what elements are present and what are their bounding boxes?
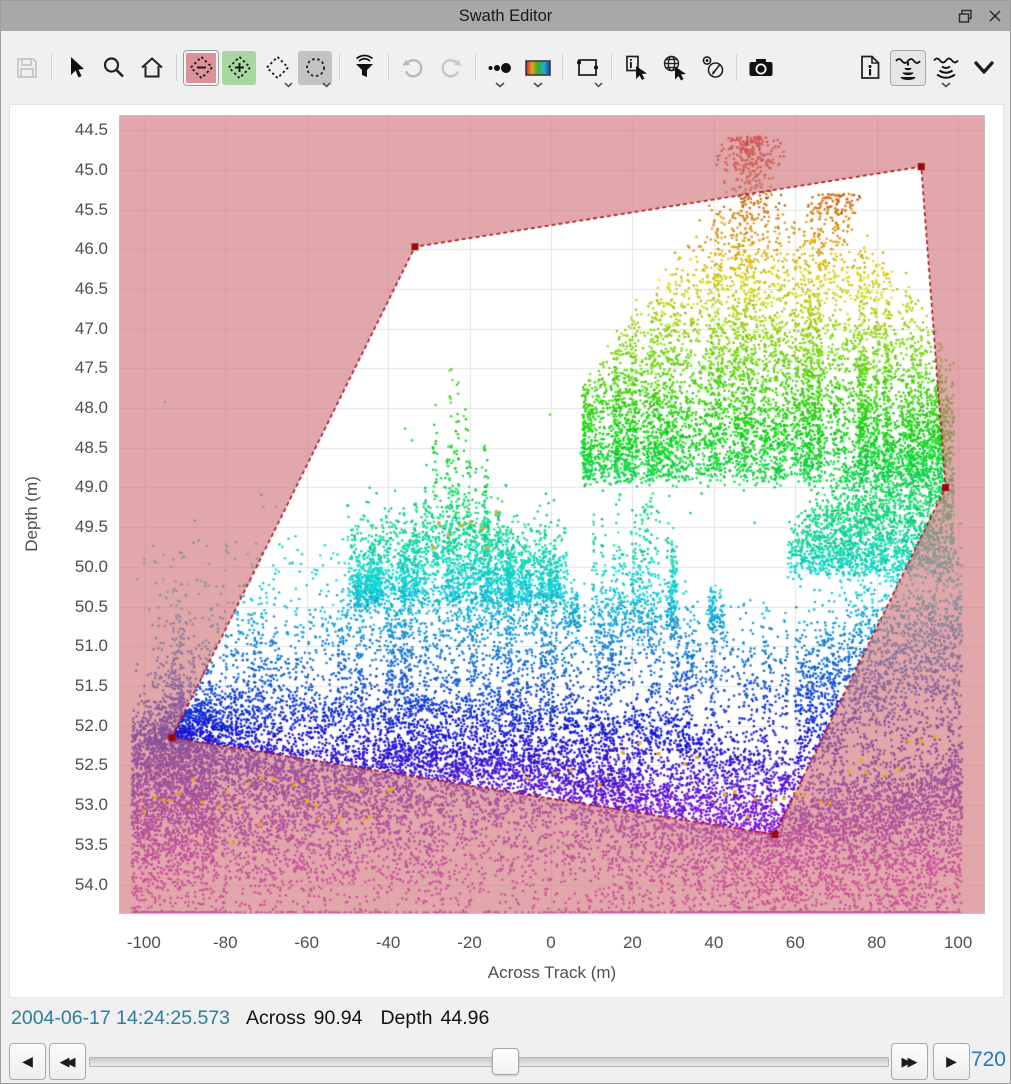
window-title: Swath Editor bbox=[459, 7, 553, 26]
across-value: 90.94 bbox=[314, 1007, 363, 1030]
x-tick-label: 20 bbox=[623, 933, 642, 953]
across-label: Across bbox=[246, 1007, 306, 1030]
chevron-down-icon bbox=[495, 82, 505, 88]
x-tick-label: -20 bbox=[457, 933, 482, 953]
x-tick-label: 0 bbox=[546, 933, 555, 953]
swath-view-button[interactable] bbox=[891, 51, 925, 85]
save-button[interactable] bbox=[10, 51, 44, 85]
snapshot-camera-button[interactable] bbox=[744, 51, 778, 85]
depth-value: 44.96 bbox=[441, 1007, 490, 1030]
status-bar: 2004-06-17 14:24:25.573 Across 90.94 Dep… bbox=[11, 1005, 507, 1031]
swath-limits-button[interactable] bbox=[570, 51, 604, 85]
beam-filter-button[interactable] bbox=[347, 51, 381, 85]
fast-rewind-button[interactable]: ◀◀ bbox=[49, 1043, 86, 1080]
y-axis-title: Depth (m) bbox=[22, 476, 42, 552]
zoom-button[interactable] bbox=[97, 51, 131, 85]
home-button[interactable] bbox=[135, 51, 169, 85]
close-icon[interactable] bbox=[986, 7, 1004, 25]
depth-label: Depth bbox=[380, 1007, 432, 1030]
titlebar: Swath Editor bbox=[1, 1, 1010, 31]
y-tick-label: 46.5 bbox=[75, 279, 108, 299]
more-tools-button[interactable] bbox=[967, 51, 1001, 85]
chevron-down-icon bbox=[941, 82, 951, 88]
frame-slider-handle[interactable] bbox=[492, 1048, 519, 1075]
select-polygon-button[interactable] bbox=[260, 51, 294, 85]
y-tick-label: 51.5 bbox=[75, 676, 108, 696]
y-tick-label: 52.0 bbox=[75, 716, 108, 736]
x-tick-label: 60 bbox=[786, 933, 805, 953]
x-tick-label: -80 bbox=[213, 933, 238, 953]
fast-forward-button[interactable]: ▶▶ bbox=[891, 1043, 928, 1080]
transport-bar: ◀ ◀◀ ▶▶ ▶ 720 bbox=[1, 1041, 1010, 1084]
y-tick-label: 50.0 bbox=[75, 557, 108, 577]
select-reject-button[interactable] bbox=[184, 51, 218, 85]
y-tick-label: 54.0 bbox=[75, 875, 108, 895]
y-tick-label: 45.0 bbox=[75, 160, 108, 180]
y-tick-label: 47.5 bbox=[75, 358, 108, 378]
undo-button[interactable] bbox=[396, 51, 430, 85]
pick-globe-button[interactable] bbox=[657, 51, 691, 85]
x-tick-label: -40 bbox=[376, 933, 401, 953]
chevron-down-icon bbox=[594, 82, 603, 88]
locate-compass-button[interactable] bbox=[695, 51, 729, 85]
info-document-button[interactable] bbox=[853, 51, 887, 85]
swath-plot[interactable] bbox=[119, 115, 985, 914]
redo-button[interactable] bbox=[434, 51, 468, 85]
chevron-down-icon bbox=[533, 82, 543, 88]
y-tick-label: 46.0 bbox=[75, 239, 108, 259]
select-cursor-button[interactable] bbox=[59, 51, 93, 85]
y-tick-label: 48.0 bbox=[75, 398, 108, 418]
y-tick-label: 48.5 bbox=[75, 438, 108, 458]
x-axis-title: Across Track (m) bbox=[488, 963, 616, 983]
chevron-down-icon bbox=[284, 82, 293, 88]
select-circle-button[interactable] bbox=[298, 51, 332, 85]
x-tick-label: -100 bbox=[127, 933, 161, 953]
fan-view-button[interactable] bbox=[929, 51, 963, 85]
y-tick-label: 49.0 bbox=[75, 477, 108, 497]
y-tick-label: 53.5 bbox=[75, 835, 108, 855]
toolbar bbox=[1, 31, 1010, 104]
plot-panel: 44.5 45.0 45.5 46.0 46.5 47.0 47.5 48.0 48.5 49.0… bbox=[9, 104, 1004, 998]
status-timestamp: 2004-06-17 14:24:25.573 bbox=[11, 1007, 230, 1030]
y-tick-label: 51.0 bbox=[75, 636, 108, 656]
x-tick-label: 100 bbox=[944, 933, 972, 953]
y-tick-label: 47.0 bbox=[75, 319, 108, 339]
y-tick-label: 52.5 bbox=[75, 755, 108, 775]
undock-icon[interactable] bbox=[956, 7, 974, 25]
select-accept-button[interactable] bbox=[222, 51, 256, 85]
x-tick-label: 80 bbox=[867, 933, 886, 953]
colormap-button[interactable] bbox=[521, 51, 555, 85]
pick-info-button[interactable] bbox=[619, 51, 653, 85]
prev-frame-button[interactable]: ◀ bbox=[9, 1043, 46, 1080]
next-frame-button[interactable]: ▶ bbox=[933, 1043, 970, 1080]
y-tick-label: 53.0 bbox=[75, 795, 108, 815]
y-tick-label: 45.5 bbox=[75, 200, 108, 220]
chevron-down-icon bbox=[322, 82, 331, 88]
swath-editor-window: Swath Editor bbox=[0, 0, 1011, 1084]
x-tick-label: 40 bbox=[704, 933, 723, 953]
frame-count: 720 bbox=[971, 1048, 1006, 1072]
point-size-button[interactable] bbox=[483, 51, 517, 85]
y-tick-label: 50.5 bbox=[75, 597, 108, 617]
frame-slider-track[interactable] bbox=[89, 1057, 889, 1067]
y-tick-label: 49.5 bbox=[75, 517, 108, 537]
y-tick-label: 44.5 bbox=[75, 120, 108, 140]
x-tick-label: -60 bbox=[294, 933, 319, 953]
